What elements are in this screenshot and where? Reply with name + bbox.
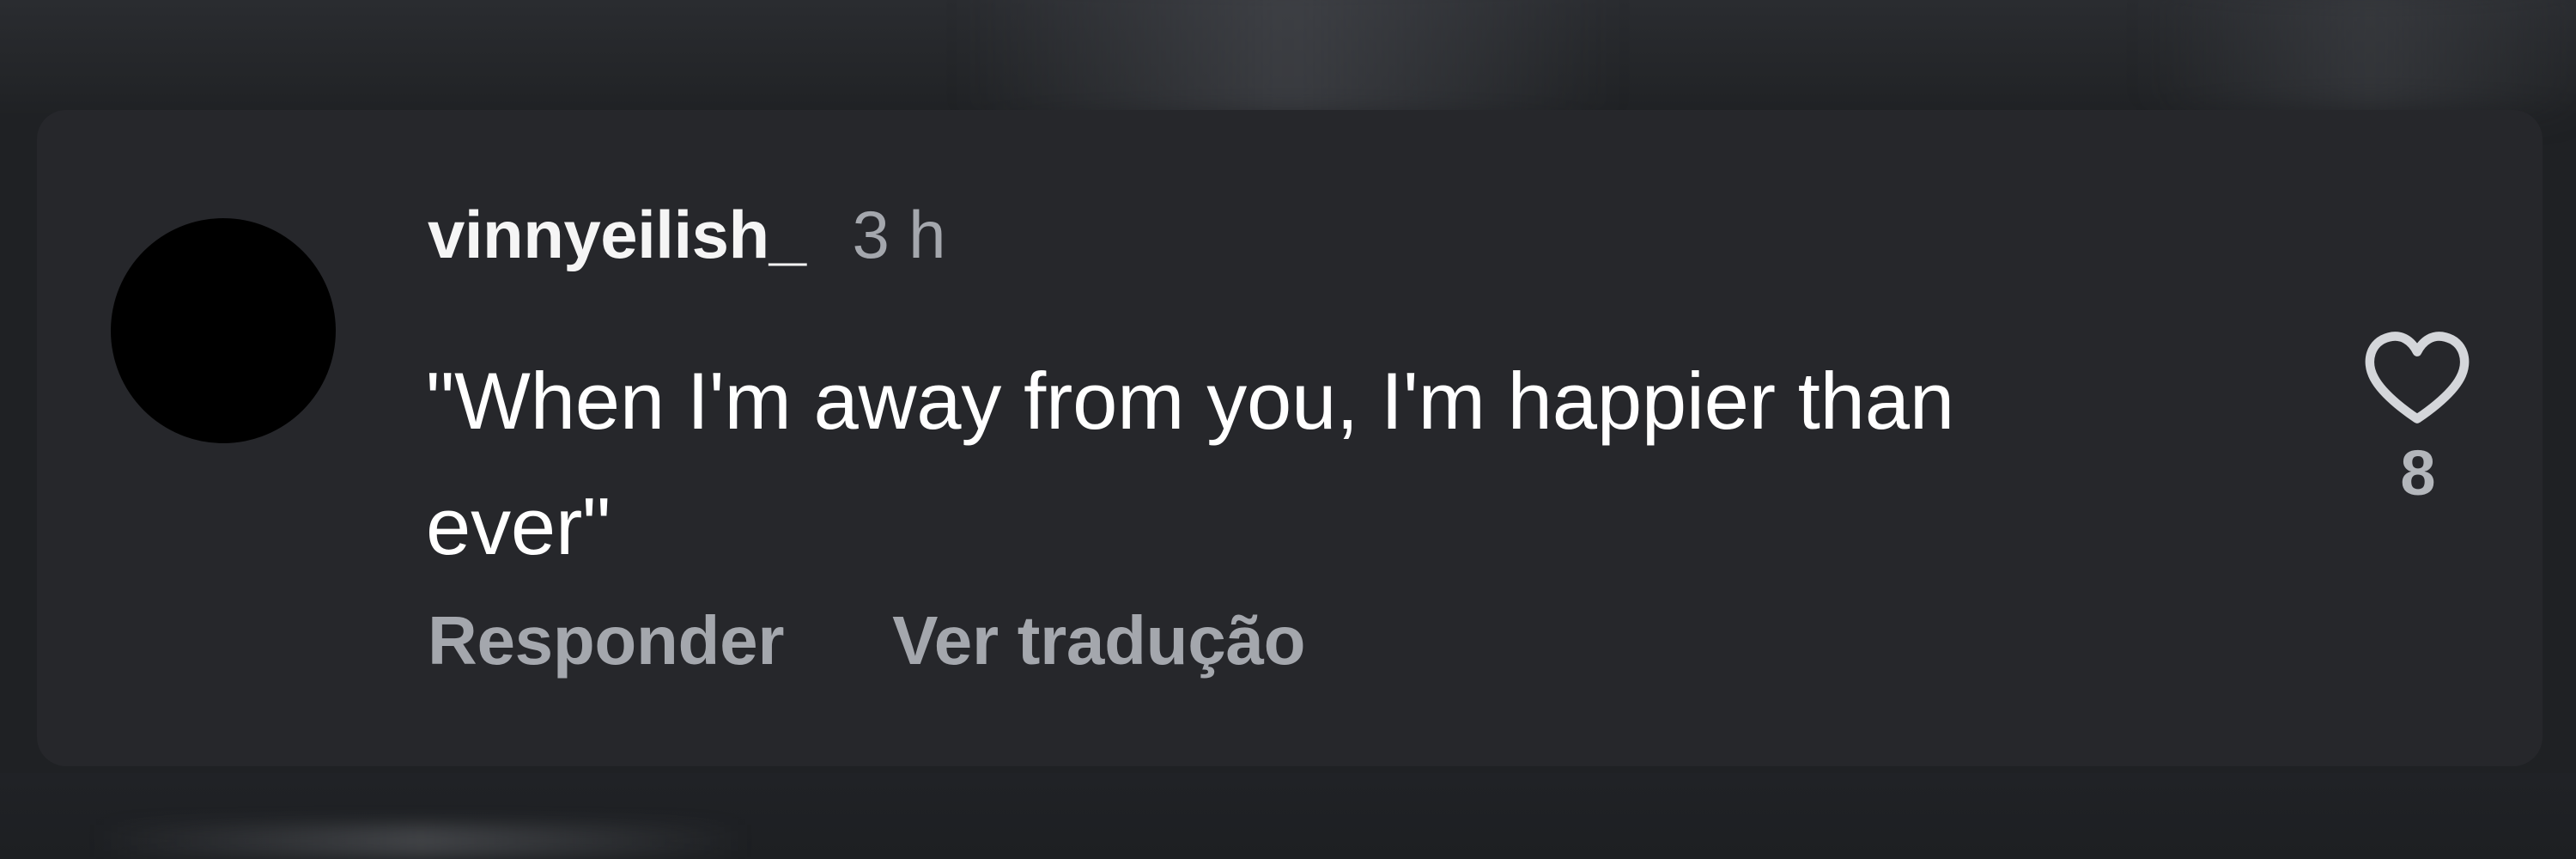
blurred-bottom-highlight <box>94 825 747 857</box>
comment-time: 3 h <box>852 197 946 272</box>
comment-meta: vinnyeilish_ 3 h <box>428 201 946 268</box>
comment-text: "When I'm away from you, I'm happier tha… <box>426 338 2263 589</box>
avatar[interactable] <box>111 218 336 443</box>
reply-button[interactable]: Responder <box>428 606 784 675</box>
comment-actions: Responder Ver tradução <box>428 606 1306 675</box>
comment-text-line: "When I'm away from you, I'm happier tha… <box>426 356 1954 446</box>
heart-icon <box>2360 321 2474 435</box>
see-translation-button[interactable]: Ver tradução <box>892 606 1305 675</box>
username[interactable]: vinnyeilish_ <box>428 201 806 268</box>
comment-text-line: ever" <box>426 481 611 571</box>
comment-card: vinnyeilish_ 3 h "When I'm away from you… <box>37 110 2543 766</box>
like-count: 8 <box>2400 437 2436 509</box>
blurred-background-shape <box>2147 0 2576 112</box>
blurred-background-shape <box>962 0 1614 120</box>
